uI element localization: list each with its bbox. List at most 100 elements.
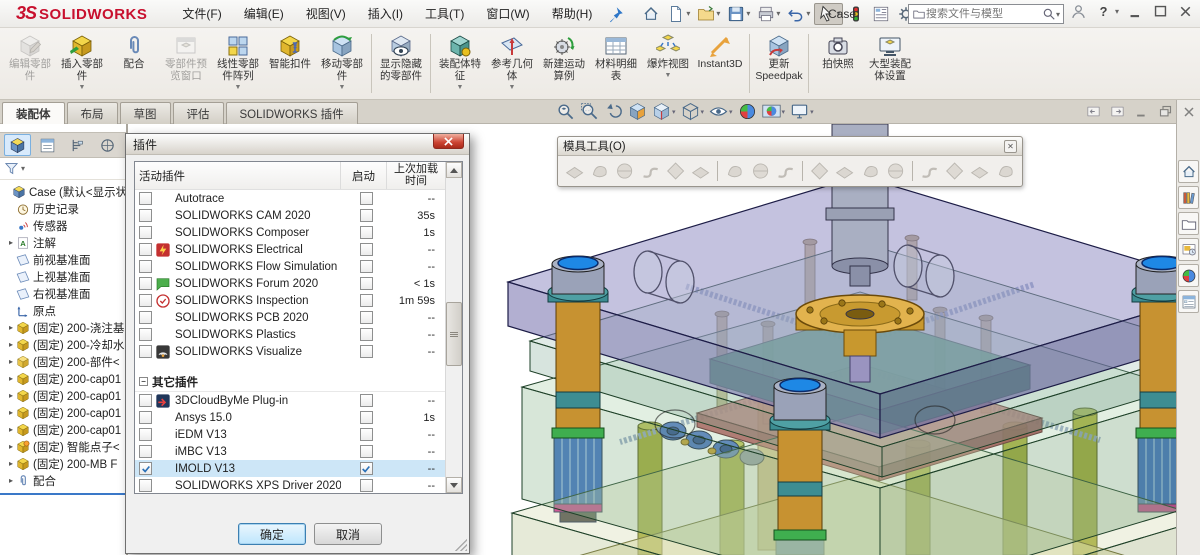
addin-checkbox[interactable] [139, 243, 152, 256]
open-button[interactable]: ▾ [694, 3, 723, 25]
menu-5[interactable]: 窗口(W) [477, 1, 538, 26]
print-button[interactable]: ▾ [754, 3, 783, 25]
home-button[interactable] [639, 3, 663, 25]
tree-row[interactable]: ▸ (固定) 200-cap01 [0, 404, 126, 421]
scrollbar-thumb[interactable] [446, 302, 462, 366]
rollback-bar[interactable] [0, 493, 126, 495]
shut-off-surfaces-icon[interactable] [834, 160, 855, 182]
search-scope-icon[interactable] [912, 7, 926, 21]
ribbon-speedpak[interactable]: 更新Speedpak [753, 30, 805, 97]
ribbon-assembly-features[interactable]: 装配体特征 ▼ [434, 30, 486, 97]
tooling-split-icon[interactable] [885, 160, 906, 182]
tree-row[interactable]: ▸ (固定) 200-MB F [0, 455, 126, 472]
addin-checkbox[interactable] [139, 192, 152, 205]
hide-show-items-button[interactable]: ▾ [709, 102, 733, 121]
addin-checkbox[interactable] [139, 277, 152, 290]
tree-row[interactable]: ▸ (固定) 200-冷却水 [0, 336, 126, 353]
tree-row[interactable]: 前视基准面 [0, 251, 126, 268]
search-icon[interactable] [1042, 7, 1056, 21]
addin-row[interactable]: SOLIDWORKS Visualize -- [135, 343, 445, 360]
tree-row[interactable]: ▸ 配合 [0, 472, 126, 489]
offset-surface-icon[interactable] [589, 160, 610, 182]
mold-tools-titlebar[interactable]: 模具工具(O) ✕ [558, 137, 1022, 156]
addin-row[interactable]: SOLIDWORKS Inspection 1m 59s [135, 292, 445, 309]
addin-checkbox[interactable] [139, 394, 152, 407]
ok-button[interactable]: 确定 [238, 523, 306, 545]
addin-row[interactable]: Ansys 15.0 1s [135, 409, 445, 426]
addin-checkbox[interactable] [139, 226, 152, 239]
cavity-icon[interactable] [944, 160, 965, 182]
ribbon-insert-component[interactable]: 插入零部件 ▼ [56, 30, 108, 97]
ribbon-linear-pattern[interactable]: 线性零部件阵列 ▼ [212, 30, 264, 97]
cancel-button[interactable]: 取消 [314, 523, 382, 545]
tab-2[interactable]: 草图 [119, 102, 171, 124]
radiate-surface-icon[interactable] [614, 160, 635, 182]
parting-lines-icon[interactable] [809, 160, 830, 182]
addin-row[interactable]: SOLIDWORKS Composer 1s [135, 224, 445, 241]
addin-checkbox[interactable] [139, 345, 152, 358]
tab-0[interactable]: 装配体 [2, 102, 65, 124]
tree-row[interactable]: ▸ A 注解 [0, 234, 126, 251]
addin-row[interactable]: SOLIDWORKS XPS Driver 2020 -- [135, 477, 445, 493]
startup-checkbox[interactable] [359, 428, 373, 441]
addin-row[interactable]: iEDM V13 -- [135, 426, 445, 443]
addin-checkbox[interactable] [139, 260, 152, 273]
filter-dropdown-arrow[interactable]: ▾ [21, 164, 25, 173]
view-orientation-button[interactable]: ▾ [652, 102, 676, 121]
addin-checkbox[interactable] [139, 294, 152, 307]
startup-checkbox[interactable] [359, 209, 373, 222]
tree-row[interactable]: ▸ (固定) 200-cap01 [0, 387, 126, 404]
tab-1[interactable]: 布局 [66, 102, 118, 124]
panel-tab-propertymanager[interactable] [34, 134, 61, 156]
previous-view-button[interactable] [604, 102, 623, 121]
tree-row[interactable]: ▸ (固定) 智能点子< [0, 438, 126, 455]
taskpane-close-icon[interactable] [1181, 104, 1197, 120]
apply-scene-button[interactable]: ▾ [761, 102, 785, 121]
startup-checkbox[interactable] [359, 345, 373, 358]
maximize-icon[interactable] [1152, 3, 1169, 20]
draft-analysis-icon[interactable] [724, 160, 745, 182]
pin-icon[interactable] [607, 5, 625, 23]
close-icon[interactable] [1177, 3, 1194, 20]
addin-checkbox[interactable] [139, 328, 152, 341]
zoom-fit-button[interactable] [556, 102, 575, 121]
tree-row[interactable]: ▸ (固定) 200-cap01 [0, 421, 126, 438]
panel-tab-dimxpert[interactable] [94, 134, 121, 156]
insert-mold-base-icon[interactable] [969, 160, 990, 182]
taskpane-tab-design-library[interactable] [1178, 186, 1199, 209]
ribbon-motion-study[interactable]: 新建运动算例 [538, 30, 590, 97]
minimize-doc-icon[interactable] [1134, 104, 1149, 119]
search-input[interactable] [926, 8, 1042, 20]
startup-checkbox[interactable] [359, 226, 373, 239]
taskpane-tab-view-palette[interactable] [1178, 238, 1199, 261]
panel-tab-featuremanager[interactable] [4, 134, 31, 156]
minimize-icon[interactable] [1127, 3, 1144, 20]
startup-checkbox[interactable] [359, 260, 373, 273]
section-view-button[interactable] [628, 102, 647, 121]
menu-6[interactable]: 帮助(H) [543, 1, 602, 26]
ribbon-component-preview[interactable]: 零部件预览窗口 [160, 30, 212, 97]
display-style-button[interactable]: ▾ [681, 102, 704, 121]
menu-1[interactable]: 编辑(E) [235, 1, 293, 26]
prev-window-icon[interactable] [1086, 104, 1101, 119]
next-window-icon[interactable] [1110, 104, 1125, 119]
startup-checkbox[interactable] [359, 445, 373, 458]
addin-row[interactable]: SOLIDWORKS Plastics -- [135, 326, 445, 343]
column-last-load-time[interactable]: 上次加载时间 [387, 162, 445, 189]
addin-checkbox[interactable] [139, 428, 152, 441]
ribbon-exploded-view[interactable]: 爆炸视图 ▼ [642, 30, 694, 97]
menu-0[interactable]: 文件(F) [173, 1, 230, 26]
ribbon-smart-fasteners[interactable]: 智能扣件 [264, 30, 316, 97]
tree-row[interactable]: 上视基准面 [0, 268, 126, 285]
taskpane-tab-custom-properties[interactable] [1178, 290, 1199, 313]
undercut-analysis-icon[interactable] [750, 160, 771, 182]
addin-checkbox[interactable] [139, 445, 152, 458]
addin-checkbox[interactable] [139, 209, 152, 222]
parting-line-analysis-icon[interactable] [775, 160, 796, 182]
ribbon-large-assembly[interactable]: 大型装配体设置 [864, 30, 916, 97]
help-icon[interactable]: ? [1095, 3, 1112, 20]
undo-button[interactable]: ▾ [784, 3, 813, 25]
tree-row[interactable]: 传感器 [0, 217, 126, 234]
addin-row[interactable]: Autotrace -- [135, 190, 445, 207]
search-box[interactable]: ▾ [908, 4, 1064, 24]
